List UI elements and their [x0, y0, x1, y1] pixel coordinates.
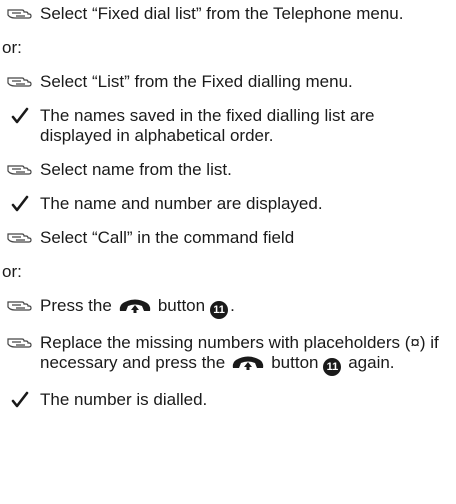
phone-handset-icon — [118, 296, 152, 319]
instruction-page: Select “Fixed dial list” from the Teleph… — [0, 0, 456, 410]
result-name-number-displayed: The name and number are displayed. — [0, 194, 456, 214]
pointing-hand-icon — [0, 4, 40, 21]
pointing-hand-icon — [0, 333, 40, 350]
step-select-call: Select “Call” in the command field — [0, 228, 456, 248]
pointing-hand-icon — [0, 160, 40, 177]
step-text: Select “List” from the Fixed dialling me… — [40, 72, 353, 91]
button-number-badge: 11 — [323, 358, 342, 376]
step-text: Select name from the list. — [40, 160, 232, 179]
checkmark-icon — [0, 194, 40, 213]
step-text: Replace the missing numbers with placeho… — [40, 333, 456, 376]
phone-handset-icon — [231, 353, 265, 376]
step-replace-missing-numbers: Replace the missing numbers with placeho… — [0, 333, 456, 376]
step-select-list: Select “List” from the Fixed dialling me… — [0, 72, 456, 92]
button-number-badge: 11 — [210, 301, 229, 319]
result-names-displayed: The names saved in the fixed dialling li… — [0, 106, 456, 146]
step-text-end: again. — [343, 353, 395, 372]
step-select-fixed-dial-list: Select “Fixed dial list” from the Teleph… — [0, 4, 456, 24]
pointing-hand-icon — [0, 72, 40, 89]
result-number-dialled: The number is dialled. — [0, 390, 456, 410]
step-text-end: . — [230, 296, 235, 315]
step-text: Select “Fixed dial list” from the Teleph… — [40, 4, 404, 23]
or-label: or: — [2, 262, 22, 281]
step-press-call-button: Press the button 11. — [0, 296, 456, 319]
pointing-hand-icon — [0, 296, 40, 313]
pointing-hand-icon — [0, 228, 40, 245]
result-text: The number is dialled. — [40, 390, 208, 409]
result-text: The names saved in the fixed dialling li… — [40, 106, 375, 145]
or-label: or: — [2, 38, 22, 57]
step-select-name: Select name from the list. — [0, 160, 456, 180]
result-text: The name and number are displayed. — [40, 194, 323, 213]
step-text: Select “Call” in the command field — [40, 228, 295, 247]
checkmark-icon — [0, 106, 40, 125]
step-text-after: button — [157, 296, 206, 315]
step-text-before: Press the — [40, 296, 112, 315]
step-text: Press the button 11. — [40, 296, 456, 319]
step-text-after: button — [271, 353, 319, 372]
checkmark-icon — [0, 390, 40, 409]
